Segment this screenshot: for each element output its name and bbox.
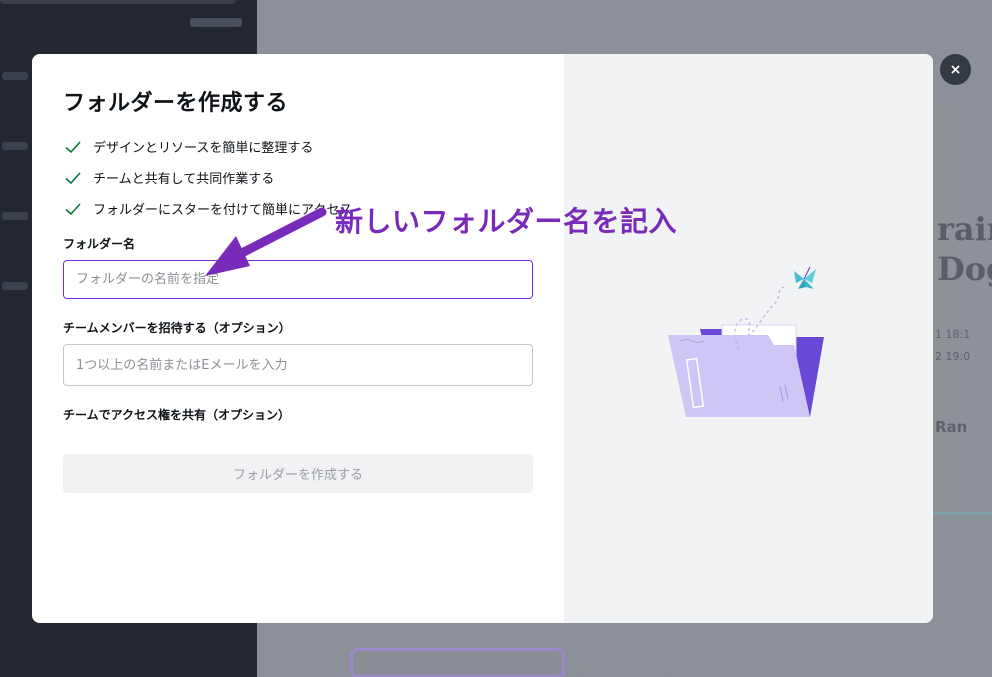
background-sidebar-item bbox=[2, 72, 28, 80]
feature-text: デザインとリソースを簡単に整理する bbox=[93, 141, 314, 156]
feature-text: フォルダーにスターを付けて簡単にアクセス bbox=[93, 203, 353, 218]
dialog-form-panel: フォルダーを作成する デザインとリソースを簡単に整理する チームと共有して共同作… bbox=[32, 54, 564, 623]
background-card-title: Dog bbox=[937, 250, 992, 288]
background-card-text: Ran bbox=[935, 418, 968, 436]
create-folder-button[interactable]: フォルダーを作成する bbox=[63, 454, 533, 493]
members-label: チームメンバーを招待する（オプション） bbox=[63, 321, 291, 335]
feature-text: チームと共有して共同作業する bbox=[93, 172, 275, 187]
background-sidebar-item bbox=[2, 212, 28, 220]
background-card-text: 1 18:1 bbox=[935, 328, 971, 341]
annotation-text: 新しいフォルダー名を記入 bbox=[335, 205, 678, 238]
close-dialog-button[interactable]: × bbox=[940, 54, 971, 85]
check-icon bbox=[65, 202, 81, 215]
check-icon bbox=[65, 171, 81, 184]
share-access-label: チームでアクセス権を共有（オプション） bbox=[63, 408, 291, 422]
background-selected-thumbnail bbox=[350, 648, 565, 677]
feature-item: チームと共有して共同作業する bbox=[64, 162, 352, 193]
feature-item: デザインとリソースを簡単に整理する bbox=[64, 131, 352, 162]
background-sidebar-item bbox=[2, 282, 28, 290]
members-input[interactable] bbox=[63, 344, 533, 386]
folder-name-input[interactable] bbox=[63, 260, 533, 299]
background-sidebar-link bbox=[190, 18, 242, 27]
background-design-card: rain Dog 1 18:1 2 19:0 Ran bbox=[933, 100, 992, 515]
background-card-text: 2 19:0 bbox=[935, 350, 971, 363]
background-sidebar-bar bbox=[0, 0, 236, 4]
folder-illustration bbox=[668, 266, 824, 417]
background-thumbnail bbox=[575, 655, 667, 677]
feature-list: デザインとリソースを簡単に整理する チームと共有して共同作業する フォルダーにス… bbox=[64, 131, 352, 224]
create-folder-dialog: フォルダーを作成する デザインとリソースを簡単に整理する チームと共有して共同作… bbox=[32, 54, 933, 623]
background-card-title: rain bbox=[937, 210, 992, 248]
dialog-illustration-panel bbox=[564, 54, 933, 623]
background-sidebar-item bbox=[2, 142, 28, 150]
close-icon: × bbox=[949, 61, 962, 78]
folder-name-label: フォルダー名 bbox=[63, 237, 136, 251]
dialog-title: フォルダーを作成する bbox=[63, 91, 289, 116]
check-icon bbox=[65, 140, 81, 153]
feature-item: フォルダーにスターを付けて簡単にアクセス bbox=[64, 193, 352, 224]
